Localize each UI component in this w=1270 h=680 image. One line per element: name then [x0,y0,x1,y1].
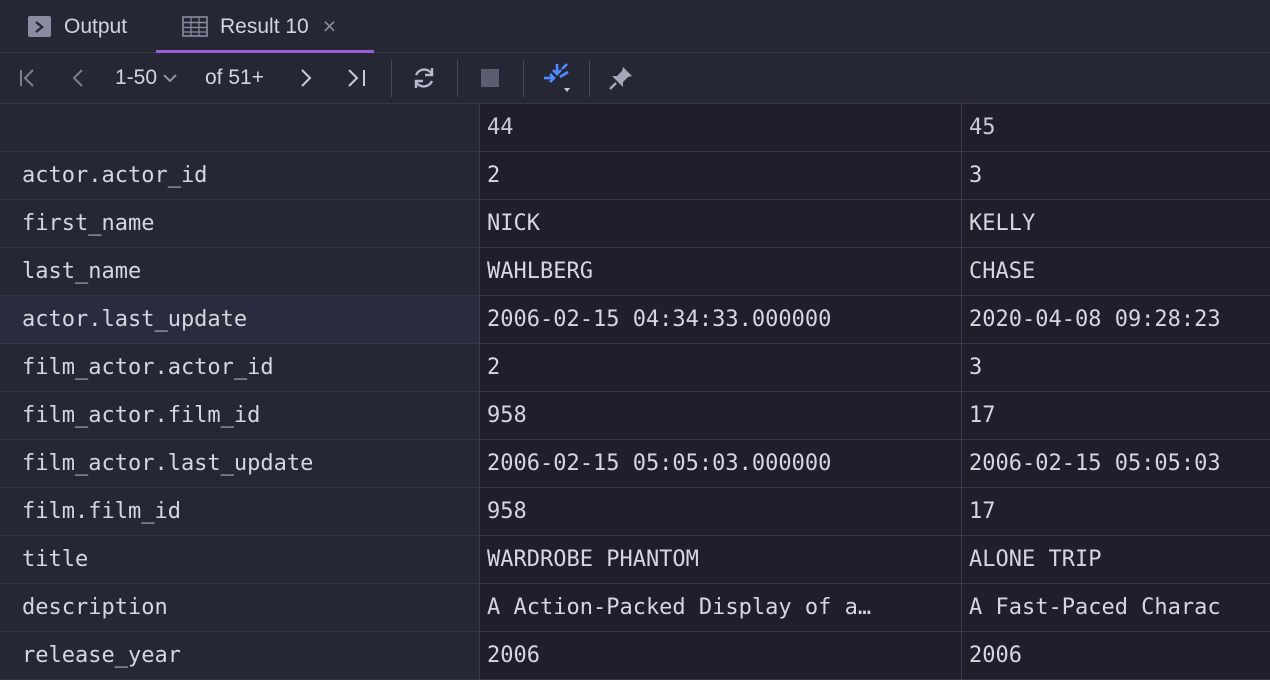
chevron-down-icon [163,74,177,83]
value-cell[interactable]: 2 [479,344,961,391]
tab-output[interactable]: Output [28,0,127,53]
value-cell[interactable]: 17 [961,488,1270,535]
toolbar-separator [523,60,524,97]
refresh-icon [414,68,434,88]
table-row: title WARDROBE PHANTOM ALONE TRIP [0,536,1270,584]
chevron-left-icon [72,69,83,87]
value-cell[interactable]: 2006-02-15 04:34:33.000000 [479,296,961,343]
value-cell[interactable]: 3 [961,344,1270,391]
table-icon [182,16,208,37]
results-grid: 44 45 actor.actor_id 2 3 first_name NICK… [0,104,1270,680]
value-cell[interactable]: 958 [479,392,961,439]
value-cell[interactable]: 958 [479,488,961,535]
results-toolbar: 1-50 of 51+ [0,53,1270,104]
grid-header-row: 44 45 [0,104,1270,152]
toolbar-separator [391,60,392,97]
table-row: last_name WAHLBERG CHASE [0,248,1270,296]
pin-button[interactable] [604,53,638,103]
value-cell[interactable]: 2006-02-15 05:05:03.000000 [479,440,961,487]
value-cell[interactable]: 2 [479,152,961,199]
tab-output-label: Output [64,14,128,38]
chevron-right-icon [301,69,312,87]
field-name-cell[interactable]: actor.actor_id [0,152,479,199]
page-range-label: 1-50 [115,66,158,89]
value-cell[interactable]: WAHLBERG [479,248,961,295]
field-name-cell[interactable]: film_actor.film_id [0,392,479,439]
refresh-button[interactable] [408,53,440,103]
field-name-cell[interactable]: first_name [0,200,479,247]
toolbar-separator [457,60,458,97]
first-page-icon [20,69,34,87]
stop-icon [481,69,499,87]
table-row: actor.actor_id 2 3 [0,152,1270,200]
field-name-cell[interactable]: film_actor.actor_id [0,344,479,391]
table-row: film.film_id 958 17 [0,488,1270,536]
table-row: release_year 2006 2006 [0,632,1270,680]
table-row: film_actor.last_update 2006-02-15 05:05:… [0,440,1270,488]
value-cell[interactable]: 2006 [479,632,961,679]
table-row: first_name NICK KELLY [0,200,1270,248]
value-cell[interactable]: ALONE TRIP [961,536,1270,583]
value-cell[interactable]: 2020-04-08 09:28:23 [961,296,1270,343]
value-cell[interactable]: WARDROBE PHANTOM [479,536,961,583]
column-header[interactable]: 45 [961,104,1270,151]
last-page-icon [348,69,365,87]
next-page-button[interactable] [294,53,318,103]
value-cell[interactable]: CHASE [961,248,1270,295]
terminal-icon [28,16,51,37]
close-icon[interactable]: × [323,15,336,38]
value-cell[interactable]: 2006 [961,632,1270,679]
first-page-button[interactable] [14,53,42,103]
column-header[interactable]: 44 [479,104,961,151]
value-cell[interactable]: A Action-Packed Display of a… [479,584,961,631]
table-row: description A Action-Packed Display of a… [0,584,1270,632]
value-cell[interactable]: 3 [961,152,1270,199]
table-row: film_actor.actor_id 2 3 [0,344,1270,392]
table-row: film_actor.film_id 958 17 [0,392,1270,440]
transpose-icon [544,63,570,92]
tab-result-label: Result 10 [220,14,309,38]
value-cell[interactable]: NICK [479,200,961,247]
table-row-selected: actor.last_update 2006-02-15 04:34:33.00… [0,296,1270,344]
value-cell[interactable]: A Fast-Paced Charac [961,584,1270,631]
total-rows: of 51+ [205,53,275,103]
tab-bar: Output Result 10 × [0,0,1270,54]
toolbar-separator [589,60,590,97]
total-rows-label: of 51+ [205,66,264,89]
last-page-button[interactable] [342,53,372,103]
previous-page-button[interactable] [66,53,90,103]
value-cell[interactable]: KELLY [961,200,1270,247]
row-header-corner [0,104,479,151]
field-name-cell[interactable]: last_name [0,248,479,295]
pin-icon [609,67,632,90]
field-name-cell[interactable]: film_actor.last_update [0,440,479,487]
value-cell[interactable]: 17 [961,392,1270,439]
transpose-button[interactable] [538,53,578,103]
field-name-cell[interactable]: description [0,584,479,631]
value-cell[interactable]: 2006-02-15 05:05:03 [961,440,1270,487]
field-name-cell[interactable]: title [0,536,479,583]
field-name-cell[interactable]: film.film_id [0,488,479,535]
tab-result-10[interactable]: Result 10 × [156,0,374,54]
field-name-cell[interactable]: release_year [0,632,479,679]
page-range-dropdown[interactable]: 1-50 [115,53,191,103]
stop-button[interactable] [476,53,504,103]
field-name-cell[interactable]: actor.last_update [0,296,479,343]
